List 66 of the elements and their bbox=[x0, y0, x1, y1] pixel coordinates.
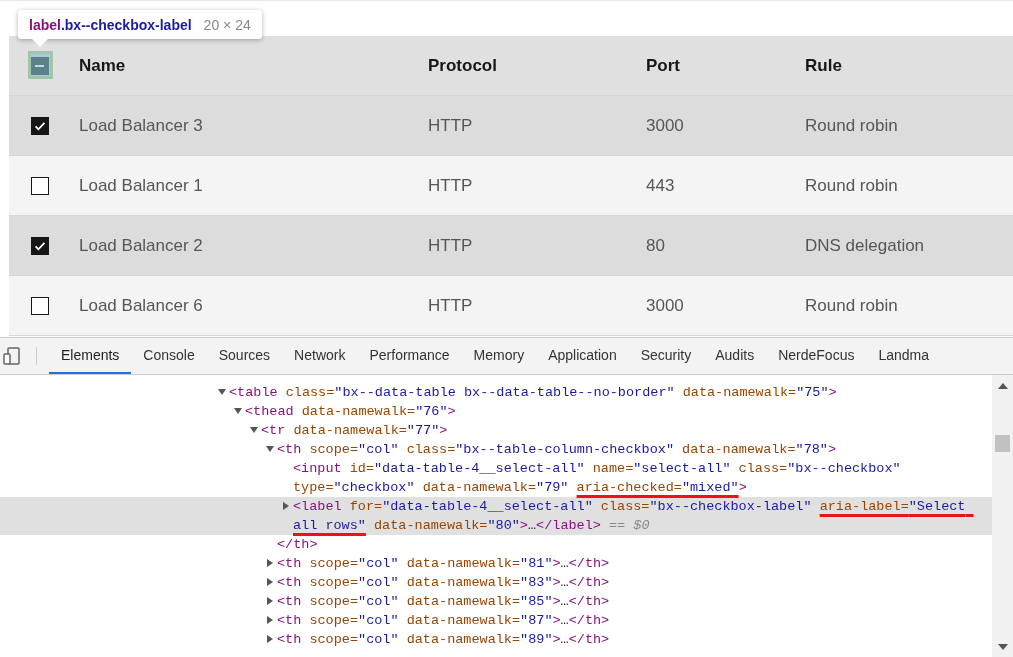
row-checkbox[interactable] bbox=[30, 116, 49, 135]
table-cell-text: Round robin bbox=[804, 295, 899, 316]
scroll-up-arrow-icon[interactable] bbox=[997, 383, 1008, 389]
element-selector: label.bx--checkbox-label bbox=[29, 16, 192, 33]
devtools-tab[interactable]: Console bbox=[131, 338, 207, 374]
code-line: <tr data-namewalk="77"> bbox=[261, 422, 449, 440]
code-line: </th> bbox=[277, 536, 319, 554]
devtools-tab[interactable]: Audits bbox=[703, 338, 767, 374]
column-header: Protocol bbox=[427, 55, 498, 76]
table-cell-text: 80 bbox=[645, 235, 666, 256]
table-cell-text: DNS delegation bbox=[804, 235, 926, 256]
scrollbar[interactable] bbox=[992, 375, 1013, 657]
device-toolbar-icon[interactable] bbox=[2, 346, 22, 366]
devtools-tab[interactable]: Performance bbox=[357, 338, 462, 374]
column-header: Rule bbox=[804, 55, 843, 76]
code-line: <th scope="col" data-namewalk="81">…</th> bbox=[277, 555, 611, 573]
expanded-triangle-icon[interactable] bbox=[250, 426, 258, 434]
row-checkbox[interactable] bbox=[30, 236, 49, 255]
collapsed-triangle-icon[interactable] bbox=[282, 502, 290, 510]
collapsed-triangle-icon[interactable] bbox=[266, 559, 274, 567]
code-line: <label for="data-table-4__select-all" class="bx--checkbox-label" aria-label="Select all rows" data-namewalk="80">…</label> == $0 bbox=[293, 498, 967, 535]
expanded-triangle-icon[interactable] bbox=[266, 445, 274, 453]
devtools-tab[interactable]: Memory bbox=[461, 338, 537, 374]
select-all-checkbox[interactable] bbox=[30, 56, 49, 75]
devtools-tab[interactable]: NerdeFocus bbox=[766, 338, 867, 374]
column-header: Port bbox=[645, 55, 681, 76]
code-line: <thead data-namewalk="76"> bbox=[245, 403, 457, 421]
row-checkbox[interactable] bbox=[30, 296, 49, 315]
table-cell-text: Load Balancer 6 bbox=[78, 295, 204, 316]
devtools-tab[interactable]: Network bbox=[282, 338, 358, 374]
table-cell-text: 3000 bbox=[645, 115, 685, 136]
table-cell-text: Load Balancer 1 bbox=[78, 175, 204, 196]
scrollbar-thumb[interactable] bbox=[995, 435, 1010, 452]
code-line: <input id="data-table-4__select-all" name="select-all" class="bx--checkbox" type="checkbox" data-namewalk="79" aria-checked="mixed"> bbox=[293, 460, 902, 497]
devtools-tab[interactable]: Sources bbox=[206, 338, 283, 374]
collapsed-triangle-icon[interactable] bbox=[266, 597, 274, 605]
devtools-tab[interactable]: Elements bbox=[49, 338, 132, 374]
code-line: <th scope="col" data-namewalk="85">…</th> bbox=[277, 593, 611, 611]
element-size: 20 × 24 bbox=[203, 16, 251, 33]
table-cell-text: HTTP bbox=[427, 175, 474, 196]
code-line: <th scope="col" data-namewalk="87">…</th> bbox=[277, 612, 611, 630]
code-line: <th scope="col" class="bx--table-column-checkbox" data-namewalk="78"> bbox=[277, 441, 838, 459]
expanded-triangle-icon[interactable] bbox=[218, 388, 226, 396]
devtools-tab[interactable]: Security bbox=[628, 338, 704, 374]
expanded-triangle-icon[interactable] bbox=[234, 407, 242, 415]
collapsed-triangle-icon[interactable] bbox=[266, 578, 274, 586]
collapsed-triangle-icon[interactable] bbox=[266, 616, 274, 624]
code-line: <th scope="col" data-namewalk="83">…</th> bbox=[277, 574, 611, 592]
table-cell-text: 3000 bbox=[645, 295, 685, 316]
code-line: <table class="bx--data-table bx--data-table--no-border" data-namewalk="75"> bbox=[229, 384, 838, 402]
table-cell-text: 443 bbox=[645, 175, 676, 196]
table-cell-text: Load Balancer 3 bbox=[78, 115, 204, 136]
column-header: Name bbox=[78, 55, 127, 76]
table-cell-text: HTTP bbox=[427, 295, 474, 316]
table-cell-text: Round robin bbox=[804, 175, 899, 196]
devtools-tab[interactable]: Application bbox=[536, 338, 629, 374]
table-cell-text: HTTP bbox=[427, 235, 474, 256]
code-line: <th scope="col" data-namewalk="89">…</th> bbox=[277, 631, 611, 649]
table-cell-text: HTTP bbox=[427, 115, 474, 136]
scroll-down-arrow-icon[interactable] bbox=[997, 644, 1008, 650]
table-cell-text: Round robin bbox=[804, 115, 899, 136]
table-cell-text: Load Balancer 2 bbox=[78, 235, 204, 256]
devtools-tab[interactable]: Landma bbox=[866, 338, 942, 374]
collapsed-triangle-icon[interactable] bbox=[266, 635, 274, 643]
row-checkbox[interactable] bbox=[30, 176, 49, 195]
element-highlight bbox=[28, 51, 53, 79]
